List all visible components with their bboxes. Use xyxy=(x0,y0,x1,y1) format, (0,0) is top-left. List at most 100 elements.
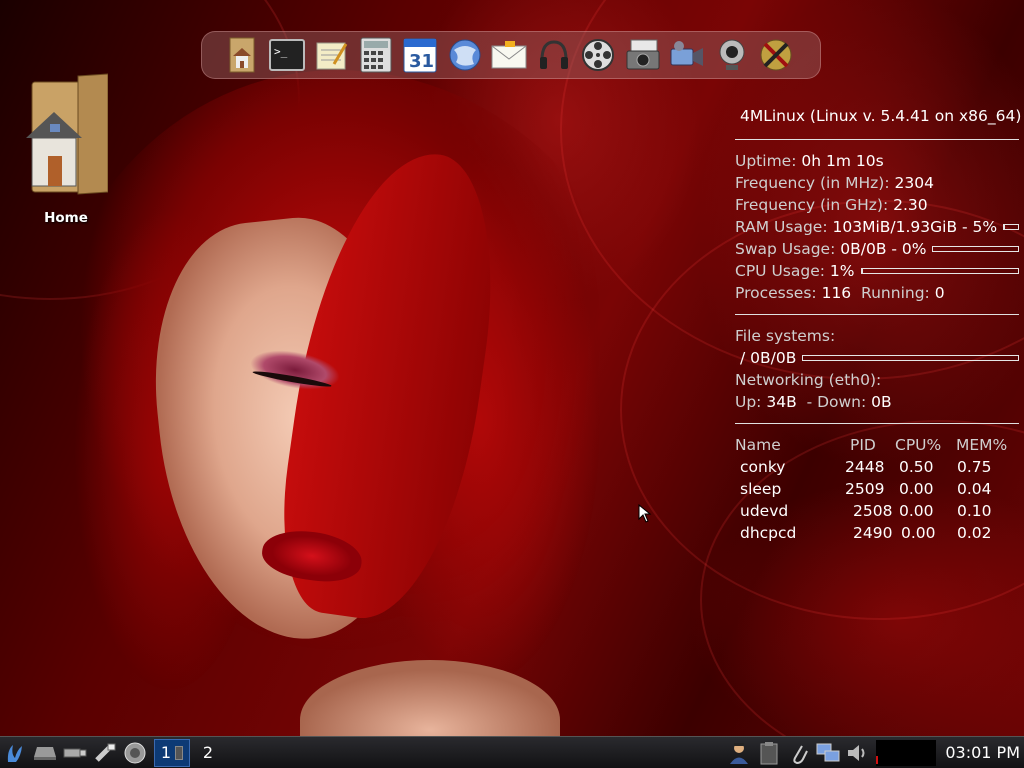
cpu-graph-spike xyxy=(876,756,878,764)
freq-ghz-label: Frequency (in GHz): xyxy=(735,196,889,214)
webcam-icon[interactable] xyxy=(714,36,750,74)
fs-root-row: / 0B/0B xyxy=(735,347,1019,369)
system-title: 4MLinux (Linux v. 5.4.41 on x86_64) xyxy=(740,107,1022,125)
process-mem: 0.04 xyxy=(957,480,992,498)
film-reel-icon[interactable] xyxy=(580,36,616,74)
uptime-row: Uptime: 0h 1m 10s xyxy=(735,150,1019,172)
cpu-monitor-graph xyxy=(876,740,936,766)
svg-text:>_: >_ xyxy=(274,45,288,58)
swap-usage-bar xyxy=(932,246,1019,252)
paperclip-icon[interactable] xyxy=(785,737,813,768)
ram-row: RAM Usage: 103MiB/1.93GiB - 5% xyxy=(735,216,1019,238)
networking-label: Networking (eth0): xyxy=(735,371,882,389)
taskbar-clock[interactable]: 03:01 PM xyxy=(945,743,1020,762)
desktop-2-label: 2 xyxy=(202,743,214,762)
home-folder-icon[interactable] xyxy=(224,36,260,74)
divider xyxy=(735,139,1019,140)
headphones-icon[interactable] xyxy=(536,36,572,74)
table-row: dhcpcd 2490 0.00 0.02 xyxy=(735,522,1019,544)
application-dock: >_ 31 xyxy=(201,31,821,79)
process-pid: 2508 xyxy=(853,502,893,520)
text-editor-icon[interactable] xyxy=(313,36,349,74)
screenshot-icon[interactable] xyxy=(625,36,661,74)
swap-row: Swap Usage: 0B/0B - 0% xyxy=(735,238,1019,260)
process-table-header: Name PID CPU% MEM% xyxy=(735,434,1019,456)
running-label: Running: xyxy=(861,284,930,302)
clipboard-icon[interactable] xyxy=(755,737,783,768)
processes-label: Processes: xyxy=(735,284,817,302)
process-mem: 0.10 xyxy=(957,502,992,520)
video-camera-icon[interactable] xyxy=(669,36,705,74)
network-tool-icon[interactable] xyxy=(90,737,120,768)
cpu-value: 1% xyxy=(829,262,855,280)
fs-header-row: File systems: xyxy=(735,325,1019,347)
process-pid: 2448 xyxy=(845,458,885,476)
uptime-label: Uptime: xyxy=(735,152,797,170)
process-cpu: 0.00 xyxy=(901,524,936,542)
col-cpu: CPU% xyxy=(895,436,942,454)
usb-icon[interactable] xyxy=(60,737,90,768)
cpu-usage-bar xyxy=(860,268,1019,274)
up-value: 34B xyxy=(766,393,797,411)
conky-system-monitor: 4MLinux (Linux v. 5.4.41 on x86_64) Upti… xyxy=(735,103,1022,544)
ram-usage-bar-fill xyxy=(1004,225,1005,229)
freq-ghz-value: 2.30 xyxy=(893,196,928,214)
cpu-usage-bar-fill xyxy=(861,269,864,273)
process-cpu: 0.50 xyxy=(899,458,934,476)
process-name: dhcpcd xyxy=(740,524,797,542)
freq-mhz-row: Frequency (in MHz): 2304 xyxy=(735,172,1019,194)
down-value: 0B xyxy=(871,393,892,411)
ram-usage-bar xyxy=(1003,224,1019,230)
swap-value: 0B/0B - 0% xyxy=(840,240,927,258)
ram-value: 103MiB/1.93GiB - 5% xyxy=(832,218,998,236)
calendar-icon[interactable]: 31 xyxy=(402,36,438,74)
fs-root-path: / xyxy=(739,349,746,367)
terminal-icon[interactable]: >_ xyxy=(268,36,305,74)
email-icon[interactable] xyxy=(491,36,527,74)
swap-label: Swap Usage: xyxy=(735,240,836,258)
xfce-settings-icon[interactable] xyxy=(758,36,794,74)
process-name: sleep xyxy=(740,480,782,498)
network-status-icon[interactable] xyxy=(814,737,842,768)
speaker-icon[interactable] xyxy=(120,737,150,768)
processes-value: 116 xyxy=(821,284,852,302)
user-icon[interactable] xyxy=(725,737,753,768)
cpu-row: CPU Usage: 1% xyxy=(735,260,1019,282)
freq-mhz-value: 2304 xyxy=(894,174,934,192)
divider xyxy=(735,314,1019,315)
desktop-switcher-2[interactable]: 2 xyxy=(190,739,226,767)
process-mem: 0.75 xyxy=(957,458,992,476)
process-name: udevd xyxy=(740,502,789,520)
up-label: Up: xyxy=(735,393,762,411)
drive-icon[interactable] xyxy=(30,737,60,768)
home-icon-label: Home xyxy=(44,210,88,226)
fs-root-value: 0B/0B xyxy=(750,349,797,367)
table-row: udevd 2508 0.00 0.10 xyxy=(735,500,1019,522)
cpu-label: CPU Usage: xyxy=(735,262,825,280)
start-menu-icon[interactable] xyxy=(0,737,30,768)
ram-label: RAM Usage: xyxy=(735,218,828,236)
desktop-1-label: 1 xyxy=(160,743,172,762)
net-header-row: Networking (eth0): xyxy=(735,369,1019,391)
desktop-switcher-1[interactable]: 1 xyxy=(154,738,190,767)
home-folder-icon xyxy=(26,73,109,195)
calendar-day-text: 31 xyxy=(409,51,434,72)
net-row: Up: 34B - Down: 0B xyxy=(735,391,1019,413)
desktop-home-shortcut[interactable]: Home xyxy=(24,72,109,226)
fs-root-bar xyxy=(802,355,1019,361)
volume-icon[interactable] xyxy=(843,737,871,768)
filesystems-label: File systems: xyxy=(735,327,836,345)
freq-mhz-label: Frequency (in MHz): xyxy=(735,174,890,192)
col-mem: MEM% xyxy=(956,436,1008,454)
col-pid: PID xyxy=(850,436,876,454)
col-name: Name xyxy=(735,436,781,454)
divider xyxy=(735,423,1019,424)
down-label: - Down: xyxy=(806,393,867,411)
running-value: 0 xyxy=(934,284,945,302)
calculator-icon[interactable] xyxy=(358,36,394,74)
taskbar: 1 2 03:01 PM xyxy=(0,736,1024,768)
table-row: sleep 2509 0.00 0.04 xyxy=(735,478,1019,500)
web-browser-icon[interactable] xyxy=(447,36,483,74)
uptime-value: 0h 1m 10s xyxy=(801,152,884,170)
processes-row: Processes: 116 Running: 0 xyxy=(735,282,1019,304)
